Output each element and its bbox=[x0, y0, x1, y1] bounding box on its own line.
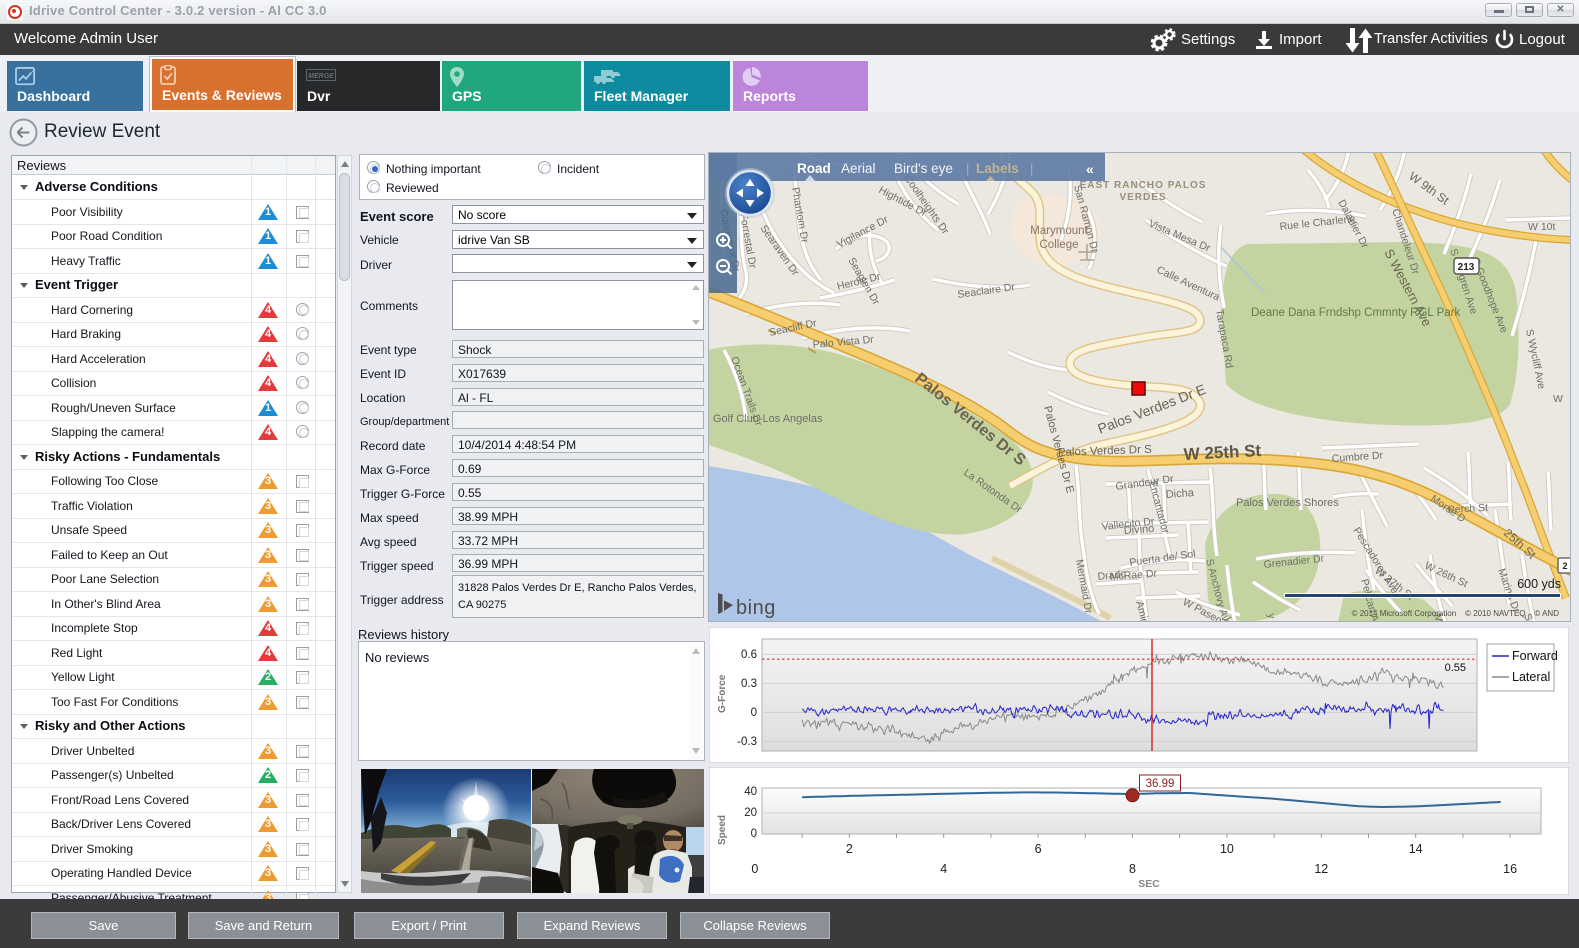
svg-text:Aerial: Aerial bbox=[841, 161, 876, 176]
svg-text:MERGE: MERGE bbox=[308, 73, 334, 80]
svg-text:© 2014 Microsoft Corporation: © 2014 Microsoft Corporation © 2010 NAVT… bbox=[1352, 609, 1560, 618]
svg-text:14: 14 bbox=[1409, 842, 1423, 856]
svg-text:G-Force: G-Force bbox=[717, 674, 728, 713]
svg-text:bing: bing bbox=[736, 597, 776, 619]
svg-text:Palos Verdes Shores: Palos Verdes Shores bbox=[1236, 497, 1339, 509]
svg-text:12: 12 bbox=[1314, 862, 1328, 876]
svg-text:0.6: 0.6 bbox=[741, 649, 757, 661]
svg-text:College: College bbox=[1040, 239, 1079, 251]
svg-text:36.99: 36.99 bbox=[1146, 778, 1175, 790]
svg-text:|: | bbox=[966, 161, 969, 176]
svg-text:6: 6 bbox=[1035, 842, 1042, 856]
svg-text:4: 4 bbox=[940, 862, 947, 876]
svg-text:0: 0 bbox=[751, 828, 757, 840]
svg-text:W 10t: W 10t bbox=[1528, 221, 1556, 233]
svg-text:213: 213 bbox=[1458, 262, 1475, 273]
svg-text:-0.3: -0.3 bbox=[737, 736, 757, 748]
svg-text:«: « bbox=[1086, 161, 1094, 177]
svg-text:10: 10 bbox=[1220, 842, 1234, 856]
svg-text:2: 2 bbox=[1562, 561, 1567, 571]
svg-text:Dicha: Dicha bbox=[1165, 487, 1195, 501]
svg-text:|: | bbox=[1030, 161, 1033, 176]
svg-text:8: 8 bbox=[1129, 862, 1136, 876]
svg-text:Golf Club-Los Angelas: Golf Club-Los Angelas bbox=[713, 413, 823, 425]
svg-text:16: 16 bbox=[1503, 862, 1517, 876]
svg-text:40: 40 bbox=[744, 786, 757, 798]
svg-text:0: 0 bbox=[751, 707, 757, 719]
svg-text:Road: Road bbox=[797, 161, 831, 176]
svg-text:Perch St: Perch St bbox=[1448, 502, 1489, 516]
svg-text:Divino: Divino bbox=[1123, 523, 1154, 537]
svg-text:2: 2 bbox=[846, 842, 853, 856]
svg-text:0.55: 0.55 bbox=[1445, 662, 1466, 674]
svg-text:0.3: 0.3 bbox=[741, 678, 757, 690]
svg-text:VERDES: VERDES bbox=[1119, 192, 1166, 203]
svg-text:0: 0 bbox=[751, 862, 758, 876]
svg-text:EAST RANCHO PALOS: EAST RANCHO PALOS bbox=[1080, 180, 1207, 191]
svg-text:600 yds: 600 yds bbox=[1517, 577, 1561, 591]
svg-text:Lateral: Lateral bbox=[1512, 670, 1550, 684]
svg-text:W: W bbox=[1553, 393, 1563, 405]
svg-text:Speed: Speed bbox=[717, 815, 728, 845]
svg-text:Forward: Forward bbox=[1512, 649, 1558, 663]
svg-text:SEC: SEC bbox=[1138, 878, 1160, 890]
svg-text:W 25th St: W 25th St bbox=[1183, 441, 1262, 464]
svg-text:Marymount: Marymount bbox=[1030, 225, 1088, 237]
svg-text:Labels: Labels bbox=[976, 161, 1019, 176]
svg-text:20: 20 bbox=[744, 807, 757, 819]
svg-text:Deane Dana Frndshp Cmmnty RGL: Deane Dana Frndshp Cmmnty RGL Park bbox=[1251, 307, 1460, 319]
svg-text:Bird's eye: Bird's eye bbox=[894, 161, 953, 176]
